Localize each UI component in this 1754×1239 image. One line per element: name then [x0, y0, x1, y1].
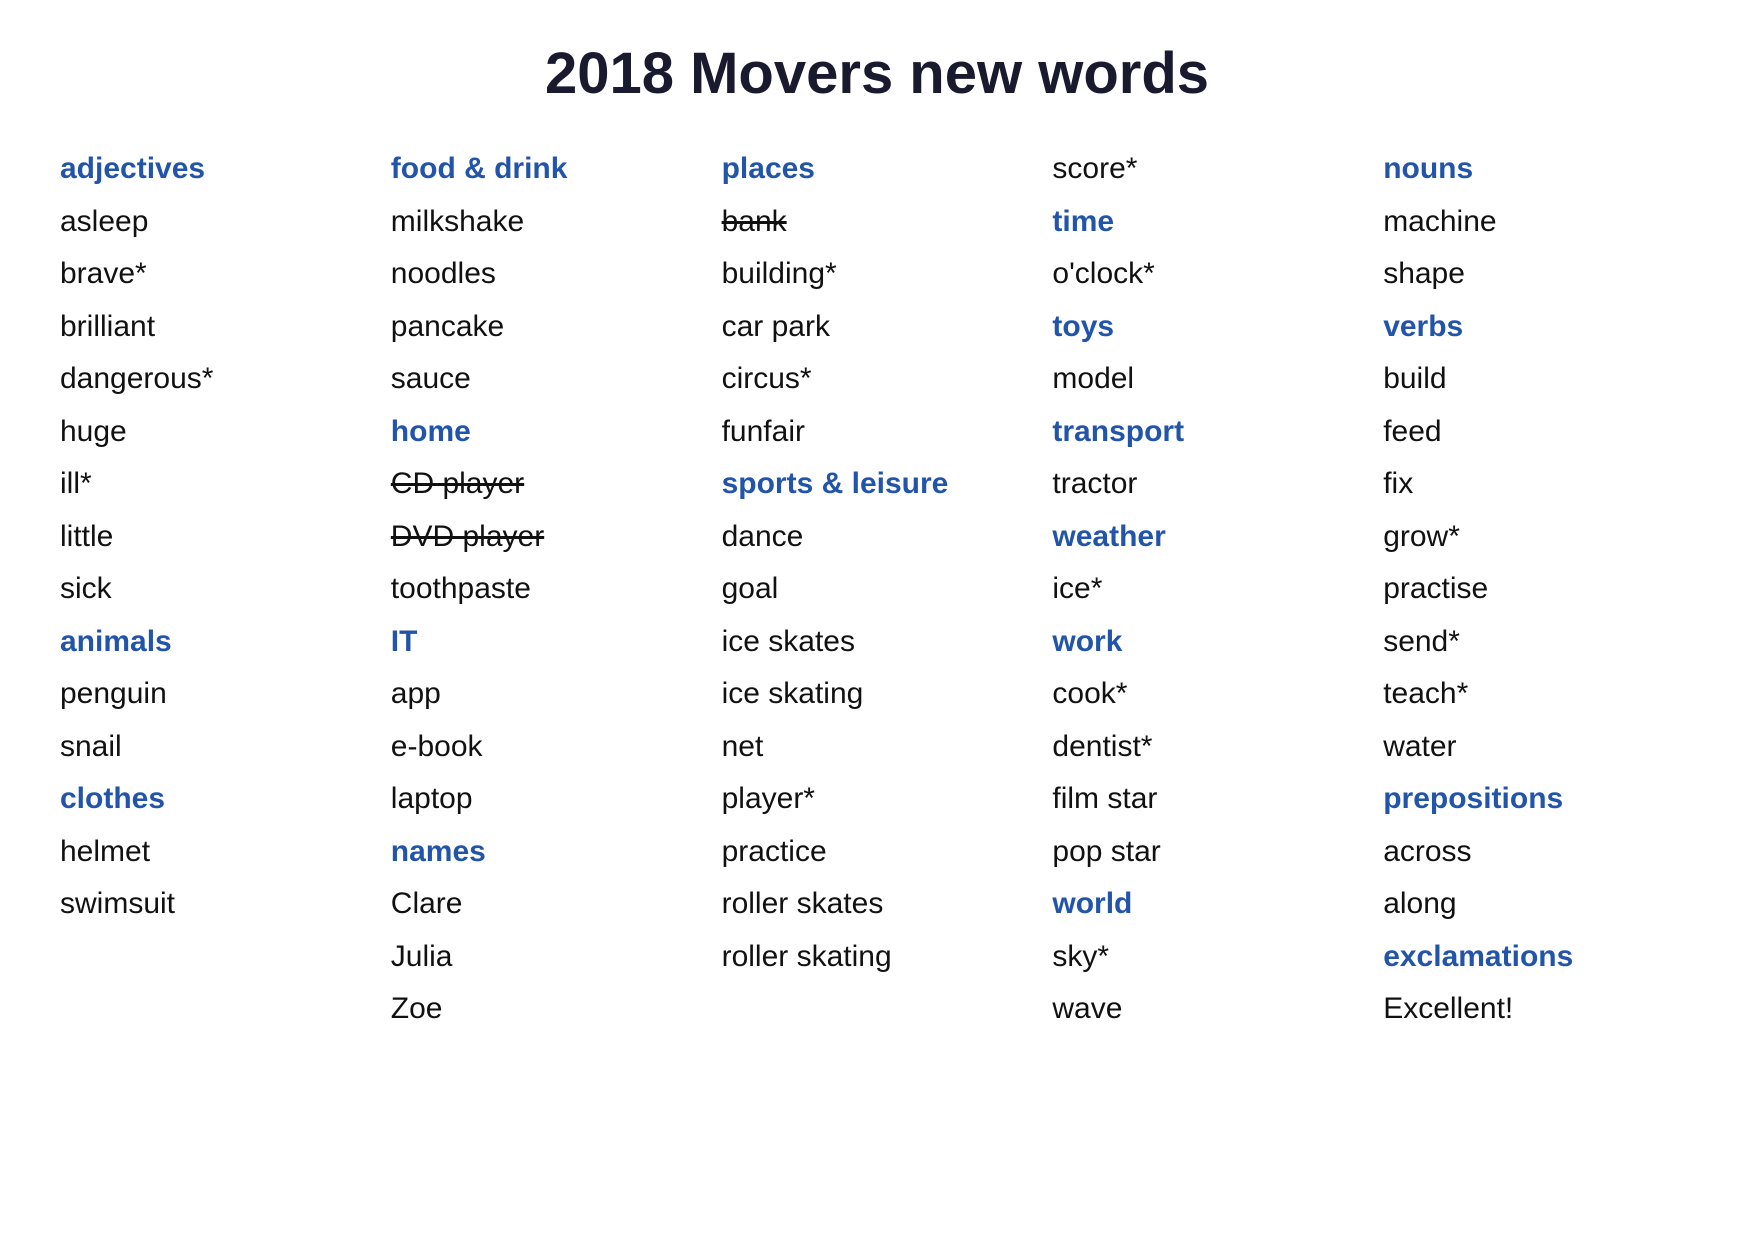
word-item: pancake	[391, 301, 702, 354]
category-label: IT	[391, 616, 702, 669]
word-item: asleep	[60, 196, 371, 249]
word-item: along	[1383, 878, 1694, 931]
category-label: verbs	[1383, 301, 1694, 354]
word-item: net	[722, 721, 1033, 774]
word-item: ill*	[60, 458, 371, 511]
word-item: water	[1383, 721, 1694, 774]
category-label: nouns	[1383, 143, 1694, 196]
word-item: o'clock*	[1052, 248, 1363, 301]
word-item: Excellent!	[1383, 983, 1694, 1036]
word-item: brilliant	[60, 301, 371, 354]
category-label: world	[1052, 878, 1363, 931]
word-item: funfair	[722, 406, 1033, 459]
word-item: circus*	[722, 353, 1033, 406]
category-label: exclamations	[1383, 931, 1694, 984]
word-item: dance	[722, 511, 1033, 564]
category-label: sports & leisure	[722, 458, 1033, 511]
word-item: goal	[722, 563, 1033, 616]
col3: placesbankbuilding*car parkcircus*funfai…	[722, 143, 1033, 1036]
word-item: wave	[1052, 983, 1363, 1036]
col5: nounsmachineshapeverbsbuildfeedfixgrow*p…	[1383, 143, 1694, 1036]
word-item: player*	[722, 773, 1033, 826]
page-title: 2018 Movers new words	[60, 40, 1694, 107]
word-item: Julia	[391, 931, 702, 984]
word-item: ice skates	[722, 616, 1033, 669]
word-item: ice*	[1052, 563, 1363, 616]
word-item: Clare	[391, 878, 702, 931]
word-item: penguin	[60, 668, 371, 721]
col2: food & drinkmilkshakenoodlespancakesauce…	[391, 143, 702, 1036]
word-item: swimsuit	[60, 878, 371, 931]
word-item: dentist*	[1052, 721, 1363, 774]
word-item: helmet	[60, 826, 371, 879]
word-item: snail	[60, 721, 371, 774]
word-item: roller skating	[722, 931, 1033, 984]
word-item: laptop	[391, 773, 702, 826]
category-label: adjectives	[60, 143, 371, 196]
category-label: weather	[1052, 511, 1363, 564]
word-item: noodles	[391, 248, 702, 301]
word-item: bank	[722, 196, 1033, 249]
col1: adjectivesasleepbrave*brilliantdangerous…	[60, 143, 371, 1036]
word-item: toothpaste	[391, 563, 702, 616]
word-item: pop star	[1052, 826, 1363, 879]
category-label: time	[1052, 196, 1363, 249]
category-label: animals	[60, 616, 371, 669]
word-item: huge	[60, 406, 371, 459]
word-item: brave*	[60, 248, 371, 301]
category-label: prepositions	[1383, 773, 1694, 826]
word-item: feed	[1383, 406, 1694, 459]
word-grid: adjectivesasleepbrave*brilliantdangerous…	[60, 143, 1694, 1036]
word-item: practice	[722, 826, 1033, 879]
category-label: transport	[1052, 406, 1363, 459]
word-item: send*	[1383, 616, 1694, 669]
word-item: across	[1383, 826, 1694, 879]
word-item: app	[391, 668, 702, 721]
col4: score*timeo'clock*toysmodeltransporttrac…	[1052, 143, 1363, 1036]
word-item: ice skating	[722, 668, 1033, 721]
word-item: score*	[1052, 143, 1363, 196]
word-item: model	[1052, 353, 1363, 406]
word-item: milkshake	[391, 196, 702, 249]
word-item: little	[60, 511, 371, 564]
word-item: dangerous*	[60, 353, 371, 406]
word-item: build	[1383, 353, 1694, 406]
word-item: shape	[1383, 248, 1694, 301]
word-item: fix	[1383, 458, 1694, 511]
word-item: cook*	[1052, 668, 1363, 721]
word-item: sky*	[1052, 931, 1363, 984]
word-item: roller skates	[722, 878, 1033, 931]
word-item: car park	[722, 301, 1033, 354]
category-label: work	[1052, 616, 1363, 669]
word-item: tractor	[1052, 458, 1363, 511]
word-item: film star	[1052, 773, 1363, 826]
word-item: e-book	[391, 721, 702, 774]
word-item: building*	[722, 248, 1033, 301]
category-label: clothes	[60, 773, 371, 826]
word-item: sick	[60, 563, 371, 616]
word-item: sauce	[391, 353, 702, 406]
category-label: home	[391, 406, 702, 459]
word-item: DVD player	[391, 511, 702, 564]
category-label: toys	[1052, 301, 1363, 354]
word-item: machine	[1383, 196, 1694, 249]
word-item: CD player	[391, 458, 702, 511]
word-item: grow*	[1383, 511, 1694, 564]
category-label: names	[391, 826, 702, 879]
category-label: food & drink	[391, 143, 702, 196]
category-label: places	[722, 143, 1033, 196]
word-item: Zoe	[391, 983, 702, 1036]
word-item: teach*	[1383, 668, 1694, 721]
word-item: practise	[1383, 563, 1694, 616]
